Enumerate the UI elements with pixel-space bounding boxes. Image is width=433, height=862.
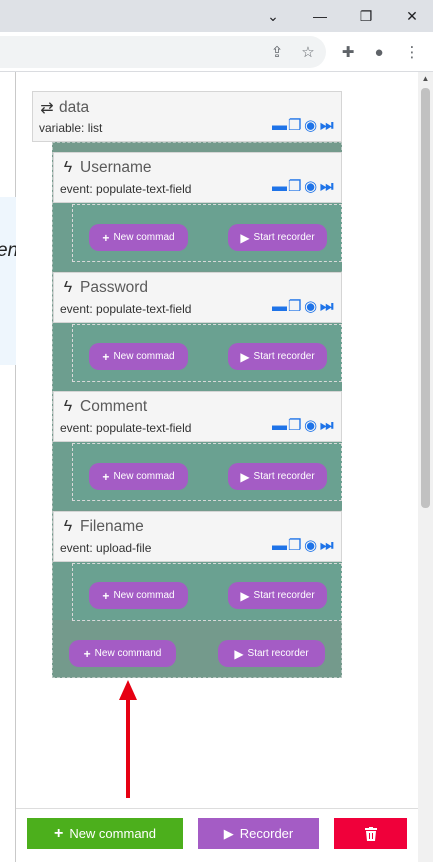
star-icon[interactable]: ☆ bbox=[296, 40, 320, 64]
child-actions: ▬ ❐ ◉ ⏭ bbox=[272, 538, 334, 553]
skip-icon[interactable]: ⏭ bbox=[320, 179, 334, 194]
child-block-title: ϟ Username bbox=[60, 159, 152, 177]
restore-icon[interactable]: ❐ bbox=[343, 0, 389, 32]
bolt-icon: ϟ bbox=[63, 279, 73, 296]
copy-icon[interactable]: ❐ bbox=[288, 179, 301, 194]
profile-icon[interactable]: ● bbox=[367, 40, 391, 64]
root-block-subtitle: variable: list bbox=[39, 121, 103, 135]
child-block-comment[interactable]: ϟ Comment event: populate-text-field ▬ ❐… bbox=[53, 391, 342, 442]
new-command-label: New commad bbox=[113, 590, 175, 601]
child-block-username[interactable]: ϟ Username event: populate-text-field ▬ … bbox=[53, 152, 342, 203]
start-recorder-label: Start recorder bbox=[253, 590, 315, 601]
new-command-label: New commad bbox=[113, 232, 175, 243]
root-start-recorder-button[interactable]: ▶ Start recorder bbox=[218, 640, 325, 667]
eye-icon[interactable]: ◉ bbox=[304, 179, 317, 194]
child-block-title: ϟ Filename bbox=[60, 518, 144, 536]
copy-icon[interactable]: ❐ bbox=[288, 418, 301, 433]
new-command-label: New commad bbox=[113, 471, 175, 482]
share-icon[interactable]: ⇪ bbox=[265, 40, 289, 64]
root-block-title: ⇄ data bbox=[39, 98, 89, 118]
minus-icon[interactable]: ▬ bbox=[272, 179, 287, 194]
left-gutter bbox=[0, 72, 16, 862]
minimize-icon[interactable]: — bbox=[297, 0, 343, 32]
root-new-command-label: New command bbox=[94, 648, 162, 659]
swap-icon: ⇄ bbox=[40, 100, 54, 117]
play-icon: ▶ bbox=[223, 825, 234, 841]
browser-toolbar: ⇪ ☆ ✚ ● ⋮ bbox=[0, 32, 433, 72]
plus-icon: + bbox=[53, 824, 64, 842]
child-title-text: Filename bbox=[80, 518, 144, 535]
bolt-icon: ϟ bbox=[63, 159, 73, 176]
start-recorder-label: Start recorder bbox=[253, 351, 315, 362]
skip-icon[interactable]: ⏭ bbox=[320, 118, 334, 133]
root-start-recorder-label: Start recorder bbox=[247, 648, 309, 659]
extensions-icon[interactable]: ✚ bbox=[336, 40, 360, 64]
child-title-text: Password bbox=[80, 279, 149, 296]
delete-button[interactable] bbox=[334, 818, 407, 849]
child-subtitle: event: populate-text-field bbox=[60, 182, 192, 196]
new-command-label: New commad bbox=[113, 351, 175, 362]
child-title-text: Comment bbox=[80, 398, 148, 415]
child-actions: ▬ ❐ ◉ ⏭ bbox=[272, 299, 334, 314]
bottom-new-command-label: New command bbox=[69, 826, 157, 841]
root-block-actions: ▬ ❐ ◉ ⏭ bbox=[272, 118, 334, 133]
new-command-button[interactable]: + New commad bbox=[89, 463, 188, 490]
child-actions: ▬ ❐ ◉ ⏭ bbox=[272, 179, 334, 194]
start-recorder-button[interactable]: ▶ Start recorder bbox=[228, 582, 327, 609]
child-subtitle: event: populate-text-field bbox=[60, 421, 192, 435]
copy-icon[interactable]: ❐ bbox=[288, 299, 301, 314]
child-subtitle: event: upload-file bbox=[60, 541, 152, 555]
left-panel-text: en bbox=[0, 240, 16, 262]
new-command-button[interactable]: + New commad bbox=[89, 343, 188, 370]
minus-icon[interactable]: ▬ bbox=[272, 299, 287, 314]
bolt-icon: ϟ bbox=[63, 398, 73, 415]
bottom-recorder-label: Recorder bbox=[239, 826, 294, 841]
child-block-title: ϟ Password bbox=[60, 279, 148, 297]
menu-icon[interactable]: ⋮ bbox=[400, 40, 424, 64]
minus-icon[interactable]: ▬ bbox=[272, 418, 287, 433]
child-block-password[interactable]: ϟ Password event: populate-text-field ▬ … bbox=[53, 272, 342, 323]
start-recorder-button[interactable]: ▶ Start recorder bbox=[228, 224, 327, 251]
eye-icon[interactable]: ◉ bbox=[304, 118, 317, 133]
new-command-button[interactable]: + New commad bbox=[89, 224, 188, 251]
copy-icon[interactable]: ❐ bbox=[288, 538, 301, 553]
root-block[interactable]: ⇄ data variable: list ▬ ❐ ◉ ⏭ bbox=[32, 91, 342, 142]
skip-icon[interactable]: ⏭ bbox=[320, 538, 334, 553]
start-recorder-button[interactable]: ▶ Start recorder bbox=[228, 343, 327, 370]
start-recorder-button[interactable]: ▶ Start recorder bbox=[228, 463, 327, 490]
browser-titlebar: ⌄ — ❐ ✕ bbox=[0, 0, 433, 32]
skip-icon[interactable]: ⏭ bbox=[320, 299, 334, 314]
trash-icon bbox=[364, 826, 377, 841]
start-recorder-label: Start recorder bbox=[253, 471, 315, 482]
skip-icon[interactable]: ⏭ bbox=[320, 418, 334, 433]
child-block-filename[interactable]: ϟ Filename event: upload-file ▬ ❐ ◉ ⏭ bbox=[53, 511, 342, 562]
bottom-new-command-button[interactable]: + New command bbox=[27, 818, 183, 849]
close-icon[interactable]: ✕ bbox=[389, 0, 433, 32]
tab-search-icon[interactable]: ⌄ bbox=[250, 0, 296, 32]
start-recorder-label: Start recorder bbox=[253, 232, 315, 243]
root-new-command-button[interactable]: + New command bbox=[69, 640, 176, 667]
annotation-arrow-line bbox=[126, 694, 130, 798]
new-command-button[interactable]: + New commad bbox=[89, 582, 188, 609]
child-subtitle: event: populate-text-field bbox=[60, 302, 192, 316]
eye-icon[interactable]: ◉ bbox=[304, 418, 317, 433]
scrollbar-thumb[interactable] bbox=[421, 88, 430, 508]
child-actions: ▬ ❐ ◉ ⏭ bbox=[272, 418, 334, 433]
minus-icon[interactable]: ▬ bbox=[272, 118, 287, 133]
bolt-icon: ϟ bbox=[63, 518, 73, 535]
scroll-up-icon[interactable]: ▲ bbox=[418, 72, 433, 86]
minus-icon[interactable]: ▬ bbox=[272, 538, 287, 553]
eye-icon[interactable]: ◉ bbox=[304, 538, 317, 553]
root-block-title-text: data bbox=[59, 99, 90, 116]
eye-icon[interactable]: ◉ bbox=[304, 299, 317, 314]
child-title-text: Username bbox=[80, 159, 152, 176]
left-panel: en bbox=[0, 197, 16, 365]
copy-icon[interactable]: ❐ bbox=[288, 118, 301, 133]
child-block-title: ϟ Comment bbox=[60, 398, 147, 416]
bottom-recorder-button[interactable]: ▶ Recorder bbox=[198, 818, 319, 849]
